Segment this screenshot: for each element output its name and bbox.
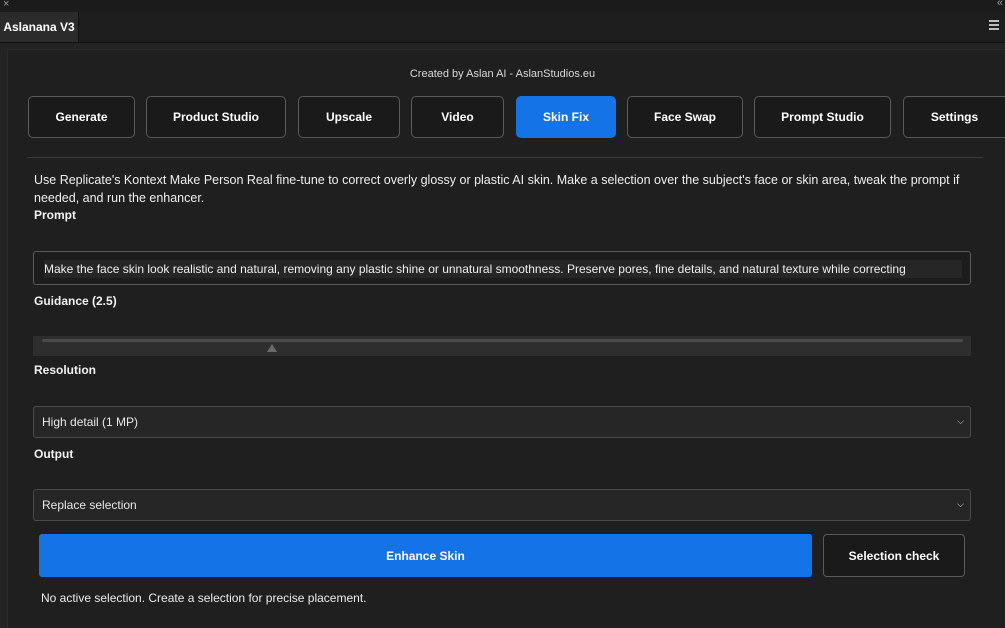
tab-face-swap[interactable]: Face Swap (627, 96, 743, 138)
skin-fix-description: Use Replicate's Kontext Make Person Real… (34, 173, 960, 205)
tab-product-studio[interactable]: Product Studio (146, 96, 286, 138)
output-select-value: Replace selection (42, 498, 137, 512)
tab-upscale[interactable]: Upscale (298, 96, 400, 138)
prompt-input[interactable]: Make the face skin look realistic and na… (33, 251, 971, 285)
output-select[interactable]: Replace selection ⌵ (33, 489, 971, 521)
tab-generate[interactable]: Generate (28, 96, 135, 138)
chevron-down-icon: ⌵ (957, 499, 964, 509)
tab-video[interactable]: Video (411, 96, 504, 138)
panel-title-tab[interactable]: Aslanana V3 (0, 12, 79, 42)
tab-prompt-studio[interactable]: Prompt Studio (754, 96, 891, 138)
prompt-label: Prompt (34, 208, 76, 222)
resolution-select-value: High detail (1 MP) (42, 415, 139, 429)
resolution-label: Resolution (34, 363, 96, 377)
close-icon[interactable]: × (3, 0, 9, 10)
hamburger-menu-icon[interactable] (989, 20, 999, 32)
credit-text: Created by Aslan AI - AslanStudios.eu (409, 68, 596, 80)
panel-tabbar: Aslanana V3 (0, 12, 1005, 43)
output-label: Output (34, 447, 74, 461)
prompt-input-text[interactable]: Make the face skin look realistic and na… (44, 260, 962, 278)
tab-settings[interactable]: Settings (903, 96, 1005, 138)
divider (27, 157, 983, 158)
chevron-down-icon: ⌵ (957, 416, 964, 426)
guidance-label: Guidance (2.5) (34, 294, 117, 308)
window-titlebar: × « (0, 0, 1005, 12)
enhance-skin-button[interactable]: Enhance Skin (39, 534, 812, 577)
status-message: No active selection. Create a selection … (41, 591, 367, 605)
selection-check-button[interactable]: Selection check (823, 534, 965, 577)
guidance-slider-track[interactable] (42, 339, 963, 342)
resolution-select[interactable]: High detail (1 MP) ⌵ (33, 406, 971, 438)
collapse-panel-icon[interactable]: « (997, 0, 1003, 9)
tool-tabs: Generate Product Studio Upscale Video Sk… (0, 96, 1005, 140)
guidance-slider-thumb[interactable] (267, 344, 278, 352)
tab-skin-fix[interactable]: Skin Fix (516, 96, 616, 138)
